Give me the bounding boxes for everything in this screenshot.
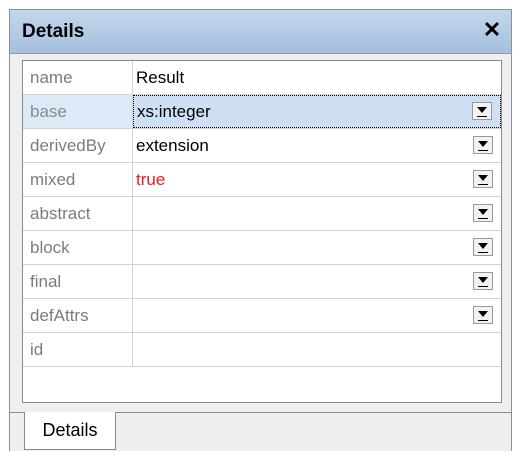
property-label: abstract xyxy=(23,197,133,230)
dropdown-underline xyxy=(478,218,488,219)
property-grid: name Result base xs:integer derivedBy ex… xyxy=(22,60,502,403)
dropdown-underline xyxy=(478,252,488,253)
dropdown-underline xyxy=(478,184,488,185)
property-value-text: extension xyxy=(136,136,209,155)
dropdown-button[interactable] xyxy=(472,102,492,120)
chevron-down-icon xyxy=(478,175,488,181)
chevron-down-icon xyxy=(477,107,487,113)
chevron-down-icon xyxy=(478,209,488,215)
property-value-field[interactable] xyxy=(133,231,501,264)
chevron-down-icon xyxy=(478,243,488,249)
property-row-final[interactable]: final xyxy=(23,265,501,299)
property-value-field[interactable]: Result xyxy=(133,61,501,94)
dropdown-underline xyxy=(478,286,488,287)
dropdown-button[interactable] xyxy=(473,238,493,256)
property-label: block xyxy=(23,231,133,264)
property-row-abstract[interactable]: abstract xyxy=(23,197,501,231)
property-row-block[interactable]: block xyxy=(23,231,501,265)
property-value-field[interactable] xyxy=(133,333,501,366)
dropdown-underline xyxy=(477,116,487,117)
chevron-down-icon xyxy=(478,311,488,317)
property-value-field[interactable]: true xyxy=(133,163,501,196)
tab-strip: Details xyxy=(10,412,511,451)
dropdown-button[interactable] xyxy=(473,204,493,222)
dropdown-button[interactable] xyxy=(473,272,493,290)
property-label: derivedBy xyxy=(23,129,133,162)
property-value-field[interactable] xyxy=(133,197,501,230)
close-icon[interactable]: ✕ xyxy=(481,19,503,41)
tab-details[interactable]: Details xyxy=(24,412,116,450)
property-label: base xyxy=(23,95,133,128)
property-label: id xyxy=(23,333,133,366)
property-row-derivedby[interactable]: derivedBy extension xyxy=(23,129,501,163)
property-value-field[interactable]: xs:integer xyxy=(133,95,501,128)
property-label: defAttrs xyxy=(23,299,133,332)
property-value-field[interactable] xyxy=(133,265,501,298)
chevron-down-icon xyxy=(478,141,488,147)
property-value-text: xs:integer xyxy=(137,102,211,121)
property-value-field[interactable]: extension xyxy=(133,129,501,162)
property-value-field[interactable] xyxy=(133,299,501,332)
details-panel: Details ✕ name Result base xs:integer de… xyxy=(9,9,512,451)
dropdown-button[interactable] xyxy=(473,170,493,188)
dropdown-button[interactable] xyxy=(473,306,493,324)
property-row-id[interactable]: id xyxy=(23,333,501,367)
property-row-name[interactable]: name Result xyxy=(23,61,501,95)
dropdown-underline xyxy=(478,320,488,321)
dropdown-underline xyxy=(478,150,488,151)
property-row-defattrs[interactable]: defAttrs xyxy=(23,299,501,333)
dropdown-button[interactable] xyxy=(473,136,493,154)
property-row-base[interactable]: base xs:integer xyxy=(23,95,501,129)
property-label: final xyxy=(23,265,133,298)
property-row-mixed[interactable]: mixed true xyxy=(23,163,501,197)
property-label: mixed xyxy=(23,163,133,196)
chevron-down-icon xyxy=(478,277,488,283)
property-value-text: true xyxy=(136,170,166,189)
property-label: name xyxy=(23,61,133,94)
panel-title: Details xyxy=(22,21,85,42)
panel-titlebar[interactable]: Details ✕ xyxy=(10,10,511,54)
